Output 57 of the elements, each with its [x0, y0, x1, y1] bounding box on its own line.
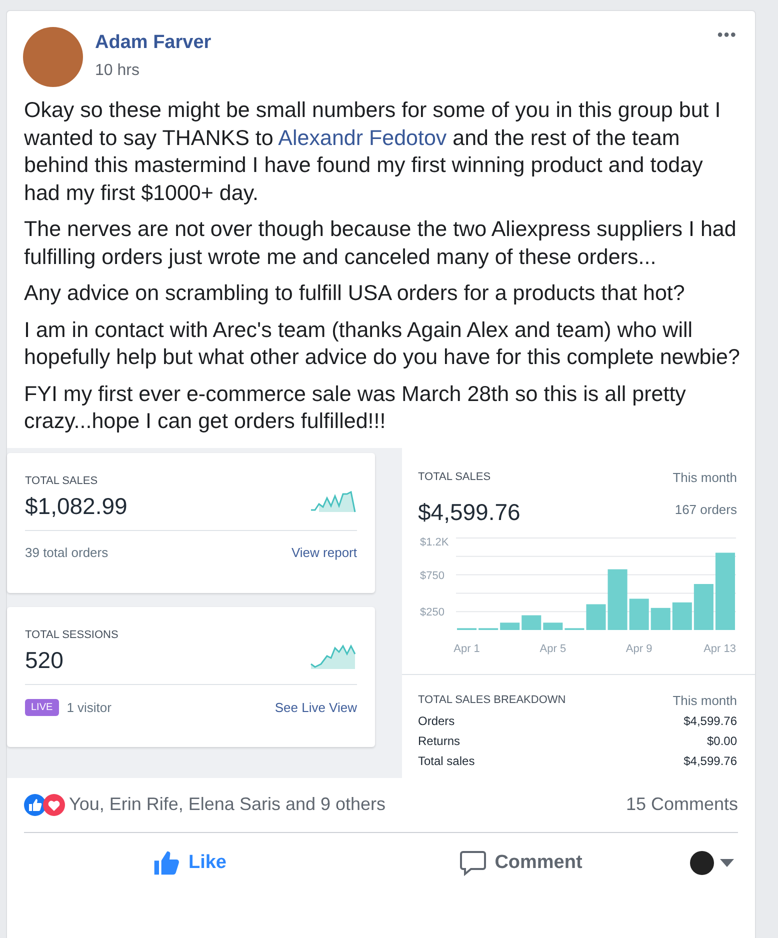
- chart-bar: [650, 607, 670, 630]
- post-time[interactable]: 10 hrs: [95, 62, 140, 80]
- like-button[interactable]: Like: [24, 838, 355, 886]
- author-name[interactable]: Adam Farver: [95, 32, 706, 54]
- axis-label: $1.2K: [420, 536, 449, 548]
- chart-bar: [543, 622, 563, 630]
- chart-bar: [522, 614, 542, 630]
- live-badge: LIVE: [25, 698, 59, 716]
- breakdown-value: $0.00: [706, 734, 737, 748]
- post-paragraph: The nerves are not over though because the two Aliexpress suppliers I had fulfilling orders just wrote me and canceled many of these orders...: [24, 216, 738, 270]
- thumbs-up-icon: [152, 848, 180, 876]
- sales-amount: $4,599.76: [418, 498, 520, 526]
- post-paragraph: FYI my first ever e-commerce sale was March 28th so this is all pretty crazy...hope I can get orders fulfilled!!!: [24, 380, 687, 435]
- reactions-summary[interactable]: You, Erin Rife, Elena Saris and 9 others: [69, 794, 386, 815]
- axis-label: $750: [420, 569, 444, 582]
- axis-label: Apr 5: [540, 642, 566, 654]
- more-options-button[interactable]: •••: [717, 27, 737, 45]
- avatar-placeholder: [690, 850, 714, 874]
- panel-title: TOTAL SALES BREAKDOWN: [418, 694, 566, 706]
- breakdown-label: Orders: [418, 714, 455, 728]
- panel-title: TOTAL SALES: [418, 471, 491, 483]
- like-reaction-icon: [24, 794, 46, 816]
- tile-title: TOTAL SESSIONS: [25, 628, 118, 640]
- chart-bar: [500, 622, 520, 630]
- tile-title: TOTAL SALES: [25, 474, 98, 486]
- chart-bar: [629, 598, 649, 630]
- speech-bubble-icon: [458, 850, 487, 876]
- period-label: This month: [672, 692, 737, 708]
- live-view-link[interactable]: See Live View: [274, 700, 357, 714]
- heart-reaction-icon: [43, 794, 65, 816]
- mention-link[interactable]: Alexandr Fedotov: [278, 126, 447, 150]
- sparkline-drawing: [309, 642, 357, 672]
- chart-bar: [586, 604, 606, 630]
- comment-button[interactable]: Comment: [355, 838, 686, 886]
- orders-count: 167 orders: [674, 502, 737, 516]
- view-report-link[interactable]: View report: [291, 544, 357, 560]
- comments-count[interactable]: 15 Comments: [626, 794, 738, 815]
- sales-amount: $1,082.99: [25, 492, 128, 520]
- post-paragraph: Okay so these might be small numbers for some of you in this group but I wanted to say THANKS to Alexandr Fedotov and the rest of the team behind this mastermind I have found my first winning product and today had my first $1000+ day.: [24, 97, 722, 206]
- axis-label: Apr 13: [704, 642, 736, 654]
- breakdown-value: $4,599.76: [684, 754, 737, 768]
- orders-count: 39 total orders: [25, 544, 108, 560]
- sessions-count: 520: [25, 646, 64, 674]
- axis-label: Apr 9: [626, 642, 652, 654]
- breakdown-label: Returns: [418, 734, 460, 748]
- post-paragraph: I am in contact with Arec's team (thanks Again Alex and team) who will hopefully help but what other advice do you have for this complete newbie?: [24, 316, 740, 371]
- caret-icon: [720, 858, 734, 866]
- visitor-count: 1 visitor: [66, 700, 112, 714]
- post-paragraph: Any advice on scrambling to fulfill USA orders for a products that hot?: [24, 280, 686, 307]
- chart-bar: [672, 602, 692, 630]
- chart-bar: [608, 568, 628, 630]
- axis-label: $250: [420, 606, 444, 618]
- breakdown-label: Total sales: [418, 754, 475, 768]
- breakdown-value: $4,599.76: [684, 714, 737, 728]
- chart-bar: [694, 584, 714, 630]
- period-label: This month: [672, 470, 737, 484]
- axis-label: Apr 1: [454, 642, 480, 654]
